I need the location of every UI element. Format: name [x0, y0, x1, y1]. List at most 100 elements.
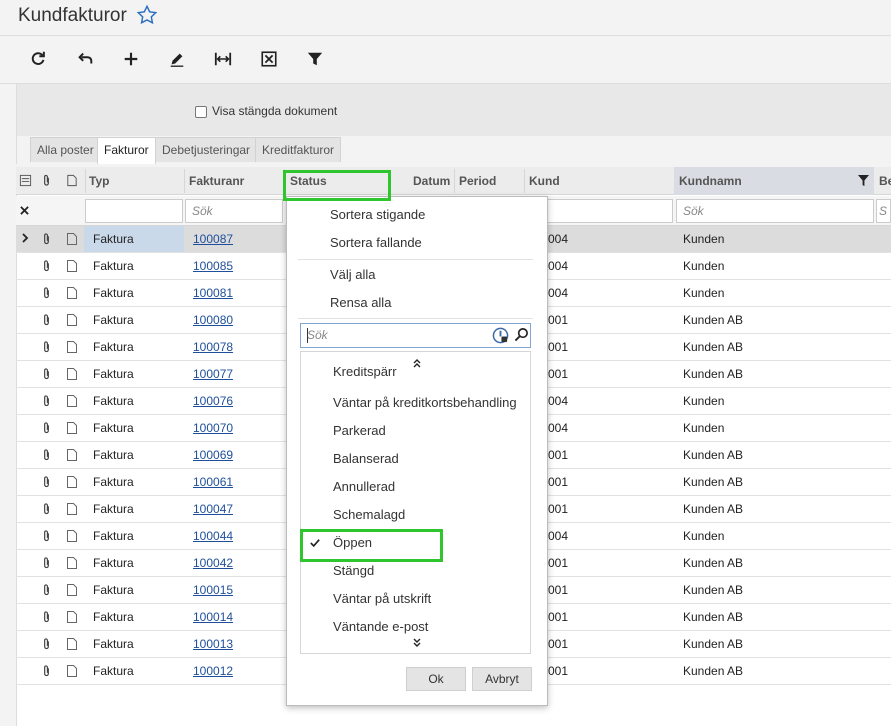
cancel-button[interactable]: Avbryt: [472, 667, 532, 691]
scroll-up-icon[interactable]: [412, 358, 422, 368]
clear-filter-icon[interactable]: [20, 206, 29, 215]
refresh-button[interactable]: [24, 47, 52, 71]
status-option[interactable]: Kreditspärr: [333, 367, 397, 381]
attachment-icon[interactable]: [41, 394, 52, 408]
tab-invoices[interactable]: Fakturor: [97, 137, 156, 164]
status-option[interactable]: Väntar på kreditkortsbehandling: [333, 395, 517, 410]
attachment-icon[interactable]: [41, 529, 52, 543]
fit-columns-button[interactable]: [209, 47, 237, 71]
document-icon[interactable]: [66, 583, 78, 597]
extra-filter-input[interactable]: S: [876, 199, 891, 223]
document-icon[interactable]: [66, 259, 78, 273]
clear-all-option[interactable]: Rensa alla: [330, 295, 391, 310]
document-icon[interactable]: [66, 367, 78, 381]
attachment-icon[interactable]: [41, 556, 52, 570]
sort-ascending-option[interactable]: Sortera stigande: [330, 207, 425, 222]
tab-all[interactable]: Alla poster: [30, 137, 101, 162]
column-filter-icon[interactable]: [858, 175, 869, 186]
status-option[interactable]: Parkerad: [333, 423, 386, 438]
document-icon[interactable]: [66, 232, 78, 246]
document-icon[interactable]: [66, 421, 78, 435]
sort-descending-option[interactable]: Sortera fallande: [330, 235, 422, 250]
cell-fakturanr-link[interactable]: 100014: [193, 610, 233, 624]
col-kundnamn[interactable]: Kundnamn: [679, 174, 742, 188]
document-icon[interactable]: [66, 448, 78, 462]
col-typ[interactable]: Typ: [89, 174, 109, 188]
attachment-icon[interactable]: [41, 286, 52, 300]
cell-fakturanr-link[interactable]: 100069: [193, 448, 233, 462]
attachment-icon[interactable]: [41, 637, 52, 651]
cell-fakturanr-link[interactable]: 100013: [193, 637, 233, 651]
cell-fakturanr-link[interactable]: 100080: [193, 313, 233, 327]
kundnamn-filter-input[interactable]: Sök: [676, 199, 874, 223]
attachment-icon[interactable]: [41, 340, 52, 354]
attachment-icon[interactable]: [41, 421, 52, 435]
attachment-icon[interactable]: [41, 313, 52, 327]
tab-debit[interactable]: Debetjusteringar: [155, 137, 258, 162]
select-all-option[interactable]: Välj alla: [330, 267, 376, 282]
status-option[interactable]: Väntar på utskrift: [333, 591, 431, 606]
attachment-icon[interactable]: [41, 502, 52, 516]
password-manager-icon[interactable]: [492, 327, 509, 344]
col-datum[interactable]: Datum: [413, 174, 450, 188]
cell-typ: Faktura: [93, 610, 134, 624]
tab-credit[interactable]: Kreditfakturor: [255, 137, 342, 162]
document-icon[interactable]: [66, 340, 78, 354]
document-icon[interactable]: [66, 394, 78, 408]
cell-fakturanr-link[interactable]: 100085: [193, 259, 233, 273]
col-period[interactable]: Period: [459, 174, 496, 188]
document-icon[interactable]: [66, 502, 78, 516]
attachment-icon[interactable]: [41, 448, 52, 462]
cell-fakturanr-link[interactable]: 100081: [193, 286, 233, 300]
attachment-icon[interactable]: [41, 664, 52, 678]
cell-fakturanr-link[interactable]: 100044: [193, 529, 233, 543]
status-option[interactable]: Schemalagd: [333, 507, 405, 522]
status-option[interactable]: Väntande e-post: [333, 619, 428, 634]
col-fakturanr[interactable]: Fakturanr: [189, 174, 244, 188]
attachment-icon[interactable]: [41, 475, 52, 489]
status-option[interactable]: Balanserad: [333, 451, 399, 466]
attachment-icon[interactable]: [41, 259, 52, 273]
ok-button[interactable]: Ok: [406, 667, 466, 691]
col-kund[interactable]: Kund: [529, 174, 560, 188]
attachment-icon[interactable]: [41, 367, 52, 381]
cell-fakturanr-link[interactable]: 100012: [193, 664, 233, 678]
cell-fakturanr-link[interactable]: 100076: [193, 394, 233, 408]
cell-fakturanr-link[interactable]: 100047: [193, 502, 233, 516]
edit-button[interactable]: [163, 47, 191, 71]
cell-fakturanr-link[interactable]: 100078: [193, 340, 233, 354]
document-icon[interactable]: [66, 610, 78, 624]
attachment-icon[interactable]: [41, 610, 52, 624]
cell-fakturanr-link[interactable]: 100070: [193, 421, 233, 435]
typ-filter-input[interactable]: [85, 199, 183, 223]
document-icon[interactable]: [66, 556, 78, 570]
document-icon[interactable]: [66, 637, 78, 651]
cell-fakturanr-link[interactable]: 100061: [193, 475, 233, 489]
document-icon[interactable]: [66, 529, 78, 543]
cell-fakturanr-link[interactable]: 100015: [193, 583, 233, 597]
favorite-star-icon[interactable]: [136, 4, 158, 26]
attachment-icon[interactable]: [41, 583, 52, 597]
status-option[interactable]: Stängd: [333, 563, 374, 578]
export-excel-button[interactable]: [255, 47, 283, 71]
col-extra[interactable]: Be: [879, 174, 891, 188]
status-option[interactable]: Annullerad: [333, 479, 395, 494]
search-icon[interactable]: [514, 327, 529, 342]
attachment-icon[interactable]: [41, 232, 52, 246]
fakturanr-filter-input[interactable]: Sök: [185, 199, 283, 223]
document-icon[interactable]: [66, 313, 78, 327]
kund-filter-input[interactable]: k: [530, 199, 673, 223]
undo-button[interactable]: [71, 47, 99, 71]
show-closed-checkbox[interactable]: [195, 106, 207, 118]
document-icon[interactable]: [66, 664, 78, 678]
document-icon[interactable]: [66, 475, 78, 489]
filter-button[interactable]: [301, 47, 329, 71]
cell-fakturanr-link[interactable]: 100087: [193, 232, 233, 246]
cell-fakturanr-link[interactable]: 100042: [193, 556, 233, 570]
scroll-down-icon[interactable]: [412, 638, 422, 648]
document-icon[interactable]: [66, 286, 78, 300]
add-button[interactable]: [117, 47, 145, 71]
cell-fakturanr-link[interactable]: 100077: [193, 367, 233, 381]
cell-kundnamn: Kunden AB: [683, 340, 744, 354]
row-menu-icon[interactable]: [19, 174, 32, 187]
